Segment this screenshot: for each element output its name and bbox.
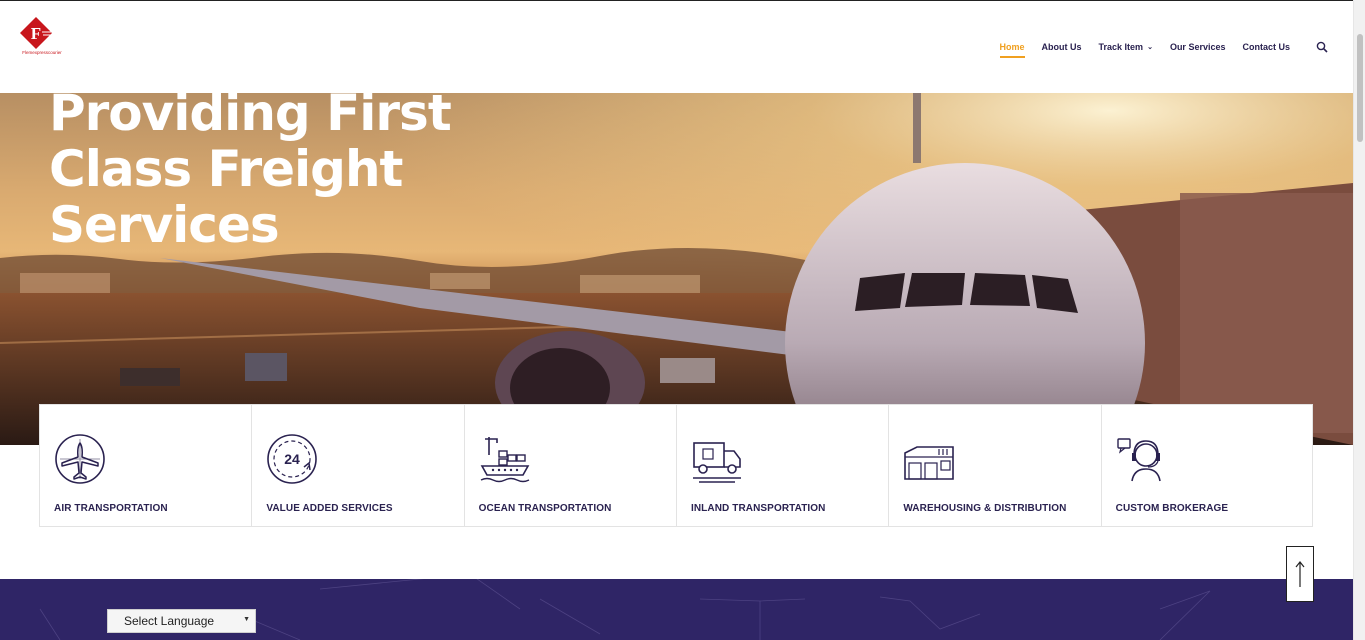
chevron-down-icon: ▼ xyxy=(243,616,250,623)
nav-contact-us[interactable]: Contact Us xyxy=(1242,42,1290,52)
svg-text:F: F xyxy=(31,24,41,43)
service-card-air-transportation[interactable]: AIR TRANSPORTATION xyxy=(39,404,252,527)
services-row: AIR TRANSPORTATION 24 VALUE ADDED SERVIC… xyxy=(39,404,1313,527)
footer-band: Select Language ▼ xyxy=(0,579,1353,640)
service-label: VALUE ADDED SERVICES xyxy=(266,503,393,514)
service-label: CUSTOM BROKERAGE xyxy=(1115,503,1229,514)
nav-our-services[interactable]: Our Services xyxy=(1170,42,1226,52)
page: F Flemexpresscourier Home About Us Track… xyxy=(0,0,1365,640)
nav-track-item[interactable]: Track Item ⌄ xyxy=(1099,42,1153,52)
page-scrollbar[interactable] xyxy=(1353,0,1365,640)
service-label: WAREHOUSING & DISTRIBUTION xyxy=(903,503,1067,514)
nav-home[interactable]: Home xyxy=(999,42,1025,58)
service-card-inland-transportation[interactable]: INLAND TRANSPORTATION xyxy=(675,404,889,527)
hero-banner: Providing First Class Freight Services xyxy=(0,93,1353,445)
nav-track-item-label: Track Item xyxy=(1098,42,1144,52)
support-agent-icon xyxy=(1116,438,1161,482)
company-logo[interactable]: F Flemexpresscourier xyxy=(18,15,66,57)
hero-title-line-3: Services xyxy=(49,196,280,254)
scrollbar-thumb[interactable] xyxy=(1357,34,1363,142)
chevron-down-icon: ⌄ xyxy=(1147,44,1153,51)
back-to-top-button[interactable] xyxy=(1286,546,1314,602)
logo-caption: Flemexpresscourier xyxy=(22,50,62,55)
service-label: AIR TRANSPORTATION xyxy=(54,503,168,514)
site-header: F Flemexpresscourier Home About Us Track… xyxy=(0,0,1353,93)
search-icon[interactable] xyxy=(1316,41,1328,53)
service-label: INLAND TRANSPORTATION xyxy=(690,503,826,514)
main-nav: Home About Us Track Item ⌄ Our Services C… xyxy=(983,41,1328,58)
service-card-custom-brokerage[interactable]: CUSTOM BROKERAGE xyxy=(1100,404,1313,527)
nav-about-us[interactable]: About Us xyxy=(1042,42,1082,52)
svg-text:24: 24 xyxy=(285,451,301,467)
24-hour-icon: 24 xyxy=(267,434,318,484)
delivery-truck-icon xyxy=(692,442,741,483)
service-label: OCEAN TRANSPORTATION xyxy=(478,503,612,514)
service-card-value-added[interactable]: 24 VALUE ADDED SERVICES xyxy=(251,404,464,527)
language-select[interactable]: Select Language ▼ xyxy=(107,609,256,633)
language-select-label: Select Language xyxy=(124,614,215,628)
cargo-ship-icon xyxy=(480,437,530,483)
airplane-globe-icon xyxy=(55,434,105,484)
arrow-up-icon xyxy=(1295,561,1305,587)
hero-title-line-2: Class Freight xyxy=(49,140,403,198)
warehouse-icon xyxy=(904,446,955,480)
service-card-warehousing[interactable]: WAREHOUSING & DISTRIBUTION xyxy=(888,404,1101,527)
hero-title-line-1: Providing First xyxy=(49,93,452,142)
hero-title: Providing First Class Freight Services xyxy=(49,93,509,253)
service-card-ocean-transportation[interactable]: OCEAN TRANSPORTATION xyxy=(463,404,676,527)
